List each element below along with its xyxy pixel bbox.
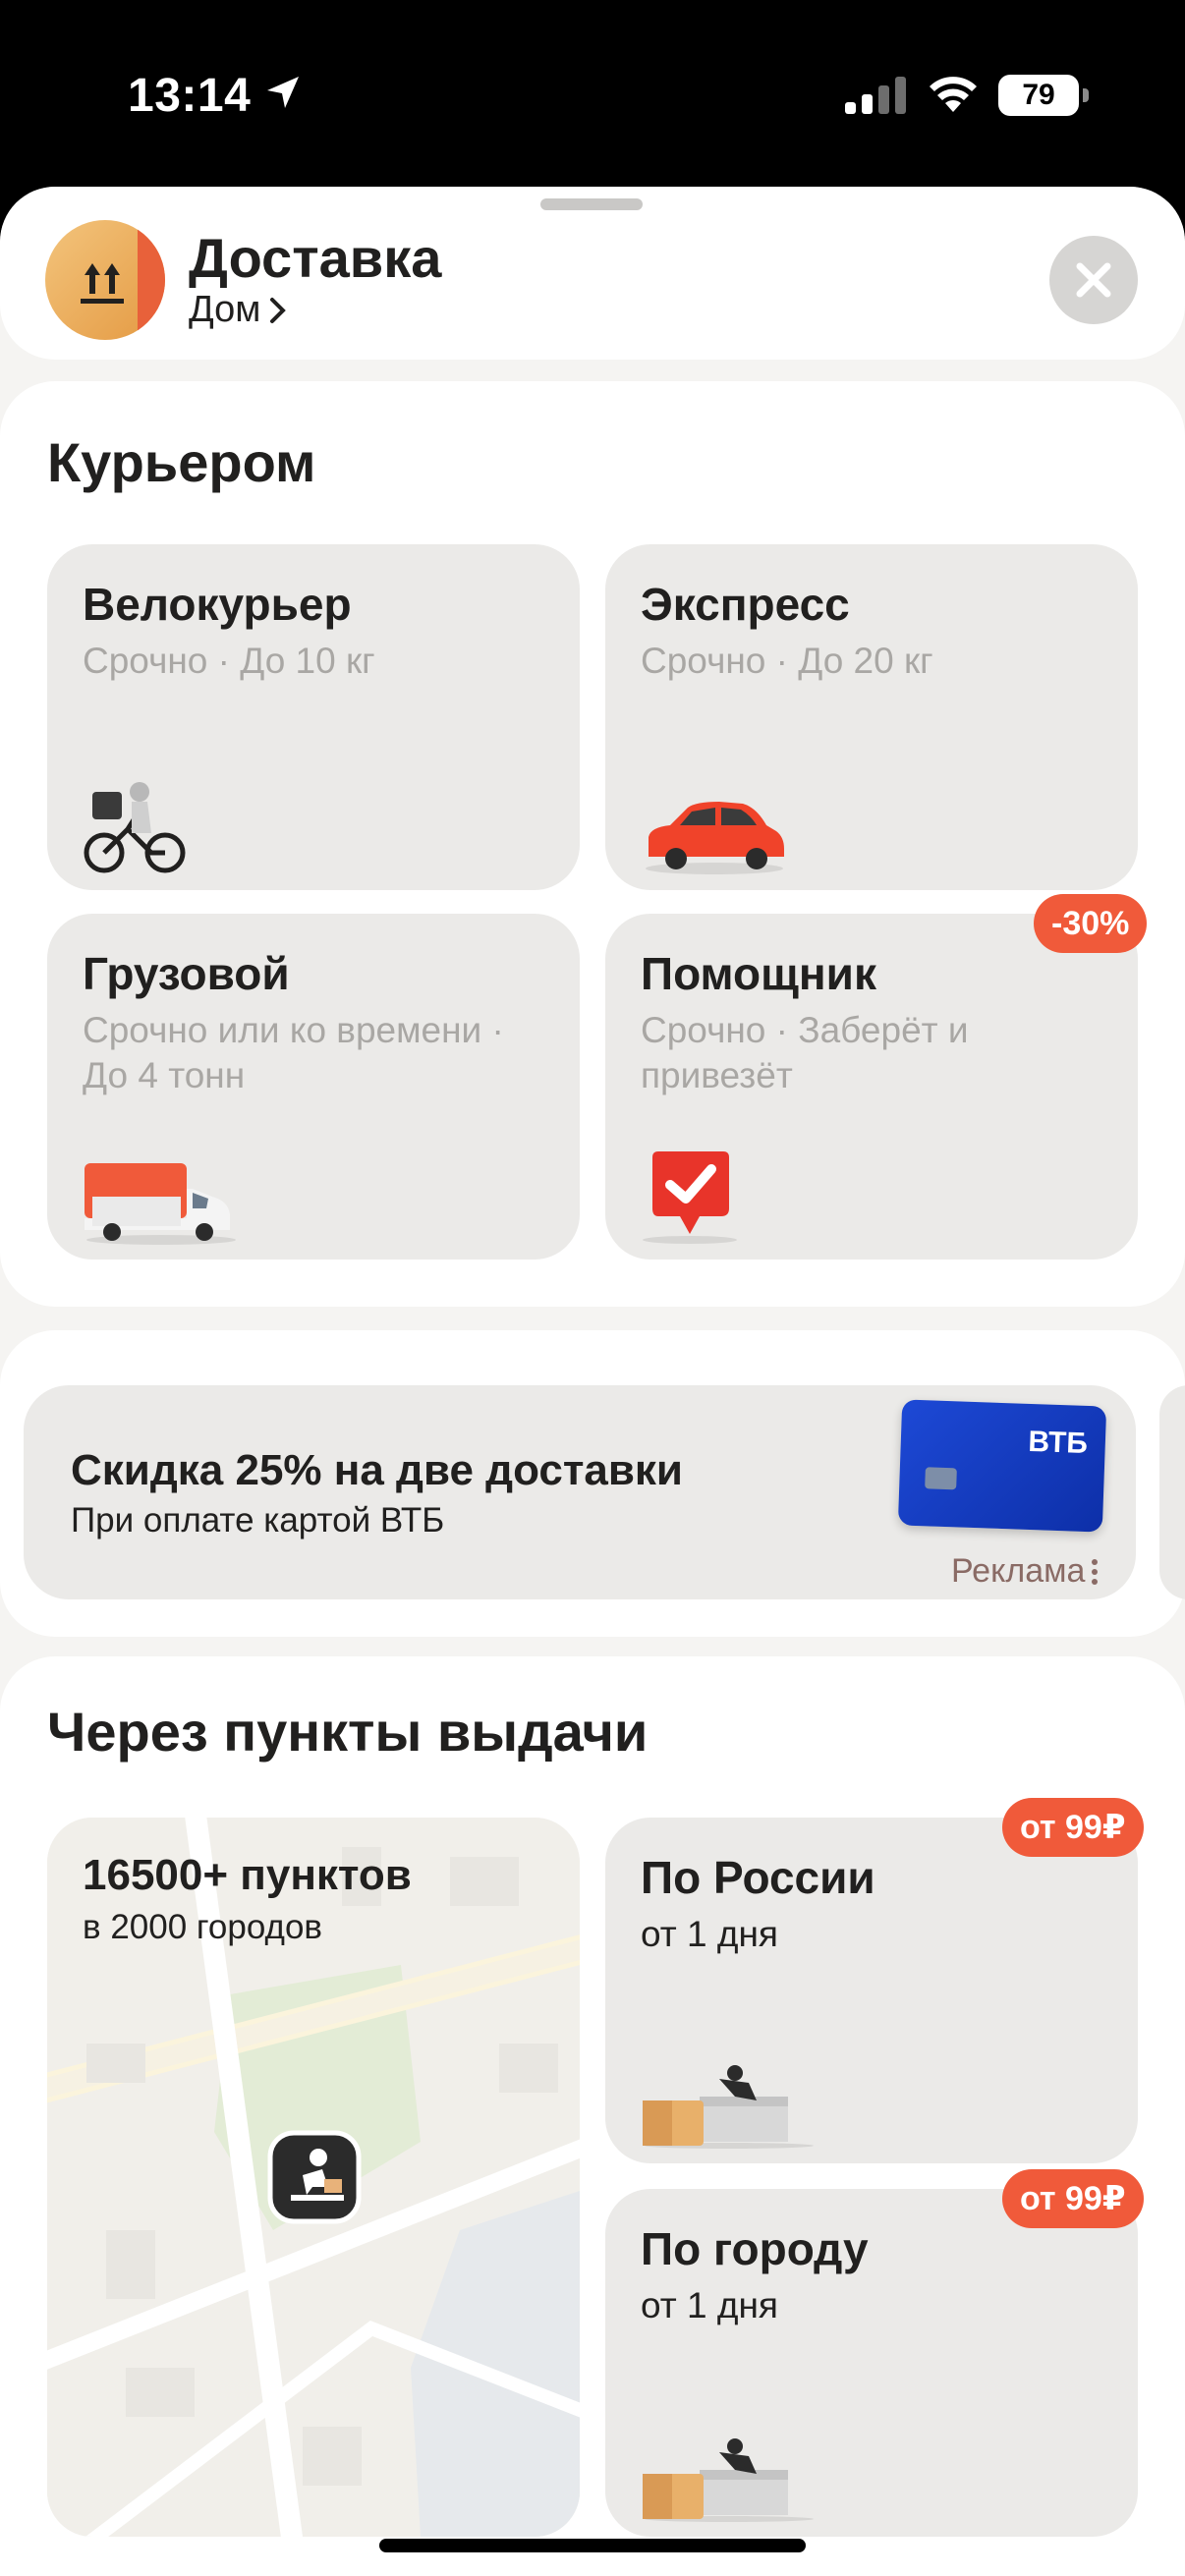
parcel-counter-icon xyxy=(643,2438,814,2522)
delivery-sheet: Доставка Дом Курьером Велокурьер Срочно … xyxy=(0,187,1185,2576)
checkmark-pin-icon xyxy=(643,1151,737,1244)
delivery-box-icon xyxy=(45,220,165,340)
card-subtitle: от 1 дня xyxy=(641,2285,778,2325)
price-badge: от 99₽ xyxy=(1002,1798,1144,1857)
card-title: По городу xyxy=(641,2223,869,2274)
card-title: По России xyxy=(641,1852,875,1903)
more-vertical-icon xyxy=(1092,1558,1099,1585)
card-title: Помощник xyxy=(641,948,876,999)
address-selector[interactable]: Дом xyxy=(189,289,288,331)
promo-title: Скидка 25% на две доставки xyxy=(71,1446,683,1494)
home-indicator[interactable] xyxy=(379,2539,806,2552)
card-subtitle: Срочно · До 10 кг xyxy=(83,641,375,681)
battery-indicator: 79 xyxy=(998,75,1089,116)
pickup-section: Через пункты выдачи 16500+ пунктов в 200… xyxy=(0,1656,1185,2576)
ad-label[interactable]: Реклама xyxy=(951,1552,1099,1591)
pickup-points-count: 16500+ пунктов xyxy=(83,1851,412,1899)
card-chip xyxy=(925,1467,957,1490)
discount-badge: -30% xyxy=(1034,894,1148,953)
address-label: Дом xyxy=(189,289,261,330)
close-icon xyxy=(1076,262,1111,298)
car-icon xyxy=(646,802,784,874)
status-bar: 13:14 79 xyxy=(0,0,1185,187)
card-helper[interactable]: Помощник Срочно · Заберёт и привезёт xyxy=(605,914,1138,1260)
section-title: Через пункты выдачи xyxy=(47,1701,649,1763)
card-cargo[interactable]: Грузовой Срочно или ко времени · До 4 то… xyxy=(47,914,580,1260)
card-title: Велокурьер xyxy=(83,579,352,630)
section-title: Курьером xyxy=(47,431,316,493)
page-title: Доставка xyxy=(189,227,442,289)
status-time: 13:14 xyxy=(128,70,252,122)
card-velocourier[interactable]: Велокурьер Срочно · До 10 кг xyxy=(47,544,580,890)
card-city[interactable]: По городу от 1 дня xyxy=(605,2189,1138,2537)
chevron-right-icon xyxy=(270,297,287,323)
vtb-promo-banner[interactable]: Скидка 25% на две доставки При оплате ка… xyxy=(24,1385,1136,1599)
card-subtitle: Срочно · До 20 кг xyxy=(641,641,933,681)
sheet-header: Доставка Дом xyxy=(0,187,1185,360)
card-subtitle: Срочно · Заберёт и привезёт xyxy=(641,1010,969,1095)
sheet-grabber[interactable] xyxy=(540,198,643,210)
location-arrow-icon xyxy=(267,77,299,108)
next-promo-banner[interactable] xyxy=(1159,1385,1185,1599)
vtb-card-image: ВТБ xyxy=(897,1399,1107,1533)
courier-section: Курьером Велокурьер Срочно · До 10 кг Эк… xyxy=(0,381,1185,1307)
card-subtitle: Срочно или ко времени · До 4 тонн xyxy=(83,1010,504,1095)
card-express[interactable]: Экспресс Срочно · До 20 кг xyxy=(605,544,1138,890)
pickup-cities: в 2000 городов xyxy=(83,1908,323,1946)
promo-subtitle: При оплате картой ВТБ xyxy=(71,1501,445,1540)
promo-section: Скидка 25% на две доставки При оплате ка… xyxy=(0,1330,1185,1637)
cellular-signal-icon xyxy=(845,77,906,114)
price-badge: от 99₽ xyxy=(1002,2169,1144,2228)
card-title: Экспресс xyxy=(641,579,850,630)
pickup-point-pin-icon xyxy=(267,2130,362,2224)
truck-icon xyxy=(85,1163,236,1245)
card-subtitle: от 1 дня xyxy=(641,1914,778,1954)
wifi-icon xyxy=(930,77,977,112)
ad-label-text: Реклама xyxy=(951,1552,1086,1590)
close-button[interactable] xyxy=(1049,236,1138,324)
bike-courier-icon xyxy=(84,782,186,873)
card-russia[interactable]: По России от 1 дня xyxy=(605,1818,1138,2163)
parcel-counter-icon xyxy=(643,2065,814,2149)
card-title: Грузовой xyxy=(83,948,290,999)
pickup-map-card[interactable]: 16500+ пунктов в 2000 городов xyxy=(47,1818,580,2537)
vtb-logo: ВТБ xyxy=(1027,1425,1089,1461)
